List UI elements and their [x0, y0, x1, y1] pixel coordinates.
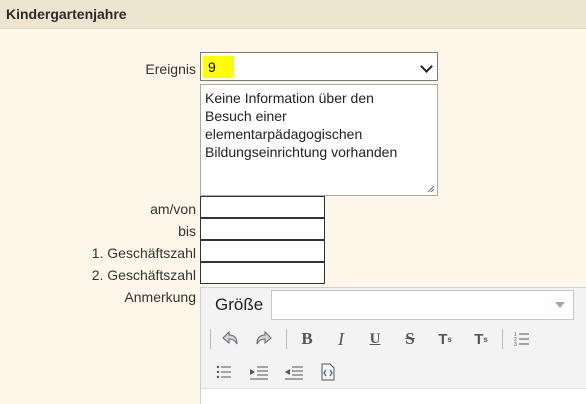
am-von-input[interactable]	[200, 196, 325, 218]
numbered-list-icon[interactable]: 1 2 3	[509, 326, 535, 352]
description-textarea[interactable]: Keine Information über den Besuch einer …	[200, 84, 438, 196]
increase-indent-icon[interactable]	[281, 359, 307, 385]
ereignis-selected-value: 9	[203, 56, 234, 78]
bis-input[interactable]	[200, 218, 325, 240]
superscript-icon[interactable]: Ts	[468, 326, 494, 352]
toolbar-separator	[210, 329, 211, 349]
underline-icon[interactable]: U	[362, 326, 388, 352]
insert-field-icon[interactable]	[315, 359, 341, 385]
ereignis-select[interactable]: 9	[200, 52, 438, 81]
italic-icon[interactable]: I	[328, 326, 354, 352]
geschaeftszahl-2-label: 2. Geschäftszahl	[91, 267, 196, 283]
toolbar-separator	[286, 329, 287, 349]
chevron-down-icon	[420, 60, 433, 73]
bulleted-list-icon[interactable]	[211, 359, 237, 385]
ereignis-label: Ereignis	[145, 61, 196, 77]
geschaeftszahl-1-label: 1. Geschäftszahl	[91, 245, 196, 261]
strikethrough-icon[interactable]: S	[397, 326, 423, 352]
subscript-icon[interactable]: Ts	[432, 326, 458, 352]
am-von-label: am/von	[150, 201, 196, 217]
section-header: Kindergartenjahre	[0, 0, 586, 29]
svg-text:3: 3	[514, 342, 517, 348]
toolbar-separator	[502, 329, 503, 349]
bis-label: bis	[178, 223, 196, 239]
geschaeftszahl-2-input[interactable]	[200, 262, 325, 284]
undo-icon[interactable]	[217, 326, 243, 352]
dropdown-arrow-icon	[555, 302, 565, 308]
anmerkung-label: Anmerkung	[124, 289, 196, 305]
section-title: Kindergartenjahre	[6, 6, 127, 22]
redo-icon[interactable]	[251, 326, 277, 352]
bold-icon[interactable]: B	[294, 326, 320, 352]
font-size-select[interactable]	[271, 290, 574, 320]
decrease-indent-icon[interactable]	[246, 359, 272, 385]
font-size-label: Größe	[215, 295, 264, 314]
description-text: Keine Information über den Besuch einer …	[205, 90, 398, 160]
geschaeftszahl-1-input[interactable]	[200, 240, 325, 262]
resize-grip-icon[interactable]	[427, 185, 435, 193]
editor-toolbar: Größe B I U S Ts Ts 1 2 3	[201, 288, 586, 389]
anmerkung-editor[interactable]: Größe B I U S Ts Ts 1 2 3	[200, 287, 586, 404]
